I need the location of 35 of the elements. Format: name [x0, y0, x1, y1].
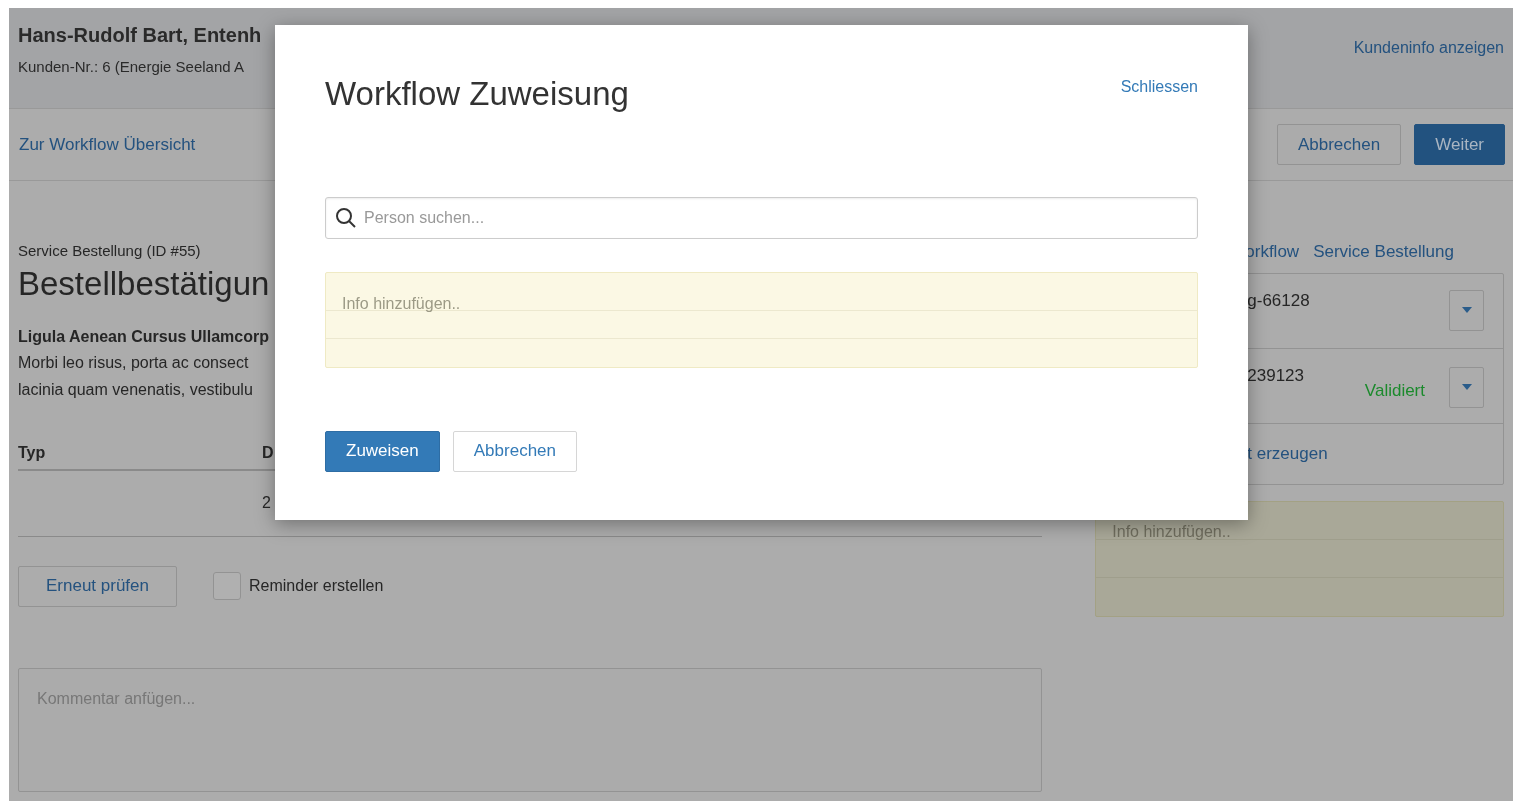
- caret-icon: [1461, 384, 1472, 390]
- document-number: 239123: [1247, 364, 1304, 387]
- column-header: Typ: [18, 442, 47, 463]
- customer-info-link[interactable]: Kundeninfo anzeigen: [1353, 36, 1504, 108]
- reminder-label: Reminder erstellen: [249, 576, 384, 596]
- order-heading: Ligula Aenean Cursus Ullamcorp: [18, 326, 270, 347]
- primary-button[interactable]: Weiter: [1414, 124, 1505, 165]
- order-text-line: Morbi leo risus, porta ac consect: [18, 352, 250, 373]
- search-icon: [335, 206, 357, 229]
- order-subtitle: Service Bestellung (ID #55): [18, 241, 202, 261]
- document-number: g-66128: [1247, 289, 1310, 312]
- customer-number: Kunden-Nr.: 6 (Energie Seeland A: [18, 57, 245, 77]
- table-cell-text: 2: [262, 493, 271, 513]
- primary-button[interactable]: Zuweisen: [325, 430, 440, 472]
- recheck-button[interactable]: Erneut prüfen: [18, 565, 177, 607]
- reminder-checkbox[interactable]: [213, 572, 241, 600]
- create-link[interactable]: t erzeugen: [1247, 440, 1328, 467]
- note-field[interactable]: Info hinzufügen..: [1095, 500, 1504, 617]
- column-header: D: [262, 442, 274, 463]
- note-field[interactable]: Info hinzufügen..: [325, 271, 1198, 368]
- status-text: Validiert: [1364, 380, 1425, 403]
- back-link[interactable]: Zur Workflow Übersicht: [19, 131, 196, 158]
- caret-icon: [1461, 307, 1472, 313]
- person-search-field[interactable]: Person suchen...: [325, 196, 1198, 239]
- dialog-title: Workflow Zuweisung: [325, 74, 629, 114]
- dropdown-button[interactable]: [1449, 366, 1484, 408]
- close-link[interactable]: Schliessen: [1120, 75, 1198, 99]
- note-placeholder: Info hinzufügen..: [326, 272, 1197, 311]
- customer-name: Hans-Rudolf Bart, Entenh: [18, 23, 262, 48]
- cancel-button[interactable]: Abbrechen: [1276, 124, 1402, 165]
- dropdown-button[interactable]: [1449, 289, 1484, 331]
- order-text-line: lacinia quam venenatis, vestibulu: [18, 379, 254, 400]
- breadcrumb-link[interactable]: Service Bestellung: [1313, 239, 1454, 265]
- cancel-button[interactable]: Abbrechen: [452, 430, 577, 472]
- order-title: Bestellbestätigun: [18, 263, 270, 304]
